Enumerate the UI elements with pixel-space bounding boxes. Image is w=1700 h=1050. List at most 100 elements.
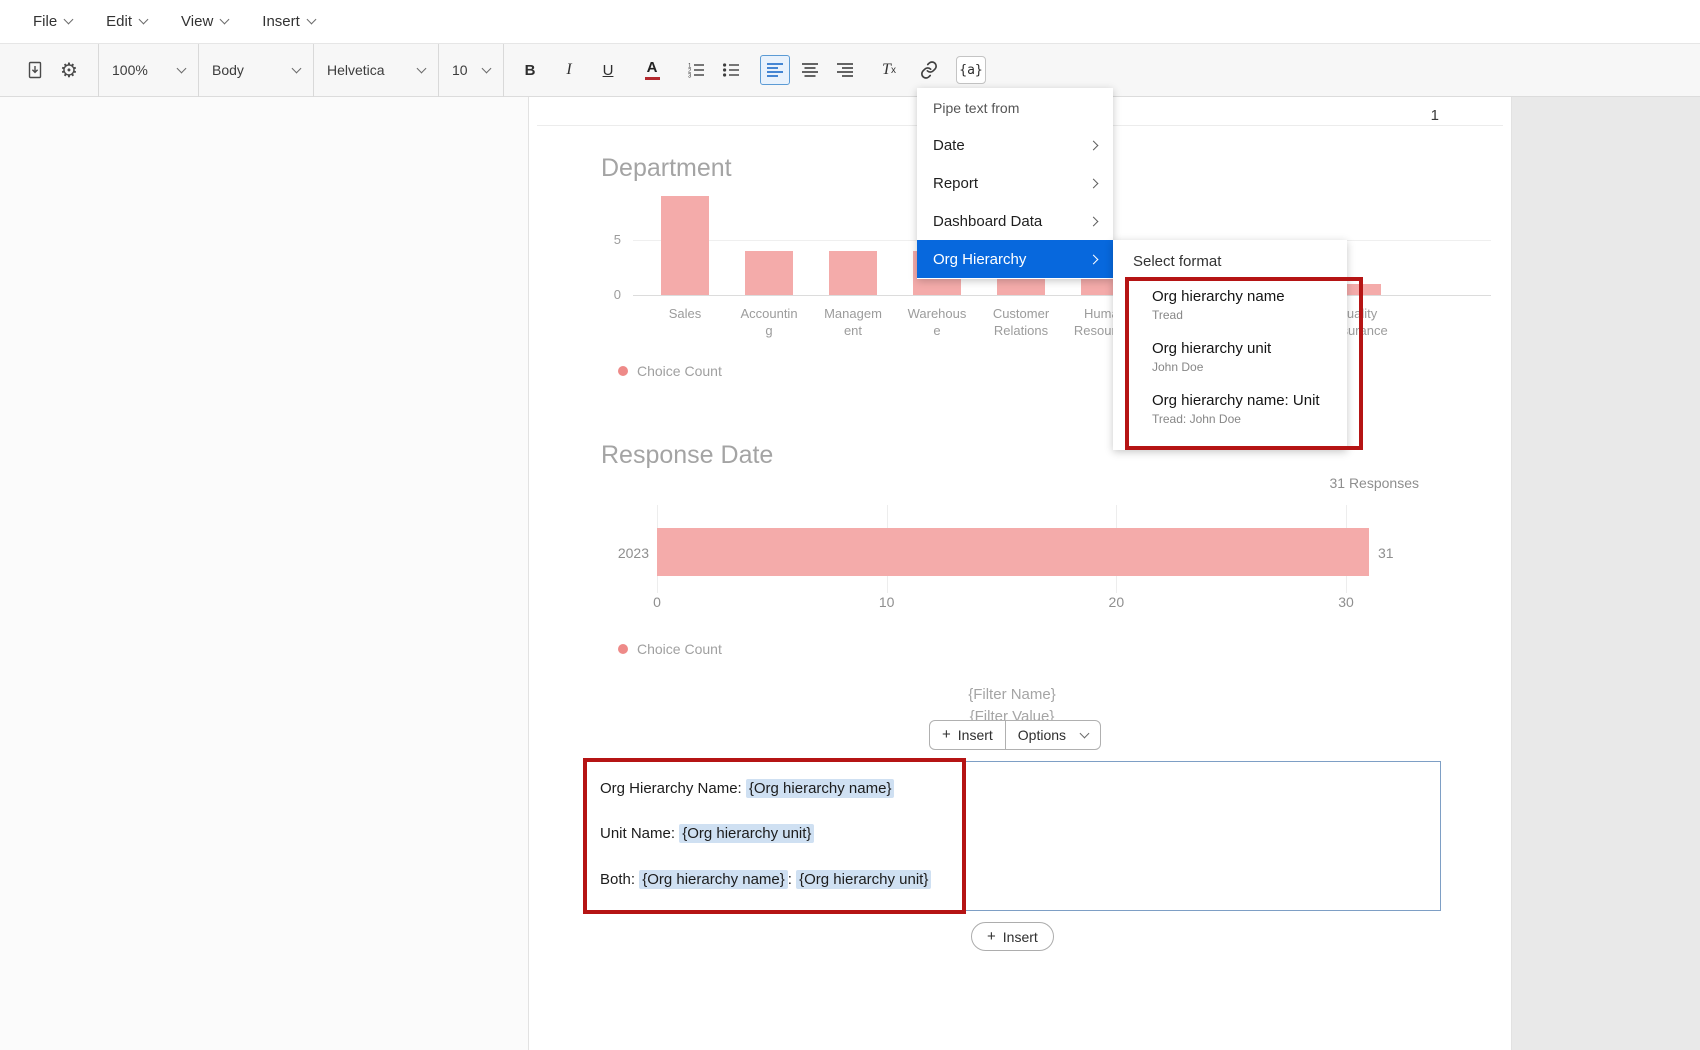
- svg-text:3: 3: [688, 73, 692, 78]
- bottom-insert-label: Insert: [1003, 929, 1038, 945]
- piped-token[interactable]: {Org hierarchy name}: [746, 779, 895, 798]
- menu-item-org-hierarchy[interactable]: Org Hierarchy: [917, 240, 1113, 278]
- chart1-bar: [745, 251, 793, 295]
- export-button[interactable]: [22, 53, 48, 87]
- align-center-button[interactable]: [795, 55, 825, 85]
- font-size-value: 10: [452, 62, 468, 78]
- chevron-down-icon: [306, 15, 316, 25]
- piped-text-button[interactable]: {a}: [956, 56, 986, 84]
- chevron-down-icon: [177, 63, 187, 73]
- menu-item-dashboard-data[interactable]: Dashboard Data: [917, 202, 1113, 240]
- piped-token[interactable]: {Org hierarchy unit}: [679, 824, 814, 843]
- legend-dot-icon: [618, 366, 628, 376]
- numbered-list-icon: 123: [687, 62, 705, 78]
- chart1-category-label: Accounting: [737, 305, 801, 339]
- chart1-bar: [661, 196, 709, 295]
- menu-insert-label: Insert: [262, 13, 300, 30]
- clear-formatting-button[interactable]: Tx: [876, 53, 902, 87]
- toolbar-dropdowns: 100% Body Helvetica 10: [98, 44, 504, 97]
- numbered-list-button[interactable]: 123: [683, 53, 709, 87]
- toolbar: ⚙ 100% Body Helvetica 10 B I U A: [0, 44, 1700, 97]
- options-button[interactable]: Options: [1006, 721, 1100, 749]
- zoom-select[interactable]: 100%: [98, 44, 198, 97]
- menu-insert[interactable]: Insert: [262, 13, 315, 30]
- settings-button[interactable]: ⚙: [56, 53, 82, 87]
- chevron-down-icon: [139, 15, 149, 25]
- plus-icon: +: [942, 728, 951, 742]
- menu-item-report[interactable]: Report: [917, 164, 1113, 202]
- chart1-ytick-label: 5: [591, 232, 621, 247]
- canvas-backdrop: [1512, 97, 1700, 1050]
- chart1-category-label: Sales: [653, 305, 717, 322]
- format-org-hierarchy-name[interactable]: Org hierarchy name Tread: [1113, 280, 1347, 332]
- font-family-value: Helvetica: [327, 62, 385, 78]
- chart2-xtick-label: 30: [1326, 594, 1366, 610]
- menu-edit-label: Edit: [106, 13, 132, 30]
- menu-item-label: Report: [933, 175, 978, 192]
- align-left-button[interactable]: [760, 55, 790, 85]
- export-icon: [25, 60, 45, 80]
- menu-edit[interactable]: Edit: [106, 13, 147, 30]
- clear-formatting-label: T: [882, 61, 891, 79]
- piped-token[interactable]: {Org hierarchy unit}: [796, 870, 931, 889]
- chart1-category-label: Warehouse: [905, 305, 969, 339]
- link-icon: [919, 60, 939, 80]
- insert-button[interactable]: + Insert: [930, 721, 1006, 749]
- text-color-button[interactable]: A: [639, 53, 665, 87]
- menu-file[interactable]: File: [33, 13, 72, 30]
- bullet-list-icon: [722, 62, 740, 78]
- paragraph-style-value: Body: [212, 62, 244, 78]
- chevron-down-icon: [64, 15, 74, 25]
- menu-item-label: Org Hierarchy: [933, 251, 1026, 268]
- align-center-icon: [801, 62, 819, 78]
- legend-label: Choice Count: [637, 363, 722, 379]
- italic-button[interactable]: I: [556, 53, 582, 87]
- response-date-chart-legend: Choice Count: [618, 641, 722, 657]
- department-chart-legend: Choice Count: [618, 363, 722, 379]
- chart2-xtick-label: 10: [867, 594, 907, 610]
- plus-icon: +: [987, 930, 996, 944]
- align-right-button[interactable]: [830, 55, 860, 85]
- link-button[interactable]: [916, 53, 942, 87]
- bullet-list-button[interactable]: [718, 53, 744, 87]
- bottom-insert-button[interactable]: + Insert: [971, 922, 1054, 951]
- chevron-right-icon: [1089, 140, 1099, 150]
- format-example: Tread: [1152, 308, 1335, 322]
- legend-label: Choice Count: [637, 641, 722, 657]
- insert-label: Insert: [958, 727, 993, 743]
- insert-options-buttons: + Insert Options: [929, 720, 1101, 750]
- format-org-hierarchy-name-unit[interactable]: Org hierarchy name: Unit Tread: John Doe: [1113, 384, 1347, 436]
- underline-button[interactable]: U: [595, 53, 621, 87]
- document-canvas: 1 Department 05SalesAccountingManagement…: [0, 97, 1700, 1050]
- chevron-right-icon: [1089, 254, 1099, 264]
- text-line-2[interactable]: Unit Name: {Org hierarchy unit}: [600, 825, 814, 842]
- chart2-xtick-label: 0: [637, 594, 677, 610]
- piped-token[interactable]: {Org hierarchy name}: [639, 870, 788, 889]
- font-family-select[interactable]: Helvetica: [313, 44, 438, 97]
- text-color-label: A: [647, 60, 658, 75]
- chart2-gridline: [887, 505, 888, 593]
- text-line-3[interactable]: Both: {Org hierarchy name}: {Org hierarc…: [600, 871, 931, 888]
- chart1-gridline: [633, 295, 1491, 296]
- format-label: Org hierarchy name: [1152, 288, 1335, 305]
- text-line-1[interactable]: Org Hierarchy Name: {Org hierarchy name}: [600, 780, 894, 797]
- menu-item-date[interactable]: Date: [917, 126, 1113, 164]
- paragraph-style-select[interactable]: Body: [198, 44, 313, 97]
- menu-file-label: File: [33, 13, 57, 30]
- options-label: Options: [1018, 727, 1066, 743]
- menu-view[interactable]: View: [181, 13, 228, 30]
- font-size-select[interactable]: 10: [438, 44, 504, 97]
- chevron-down-icon: [220, 15, 230, 25]
- legend-dot-icon: [618, 644, 628, 654]
- chevron-right-icon: [1089, 178, 1099, 188]
- gear-icon: ⚙: [60, 58, 78, 83]
- menu-bar: File Edit View Insert: [0, 0, 1700, 44]
- chart2-category-label: 2023: [579, 545, 649, 561]
- format-org-hierarchy-unit[interactable]: Org hierarchy unit John Doe: [1113, 332, 1347, 384]
- zoom-value: 100%: [112, 62, 148, 78]
- bold-button[interactable]: B: [517, 53, 543, 87]
- text-prefix: Org Hierarchy Name:: [600, 780, 746, 797]
- filter-name-placeholder: {Filter Name}: [812, 686, 1212, 703]
- pipe-menu-header: Pipe text from: [917, 88, 1113, 126]
- chart2-gridline: [657, 505, 658, 593]
